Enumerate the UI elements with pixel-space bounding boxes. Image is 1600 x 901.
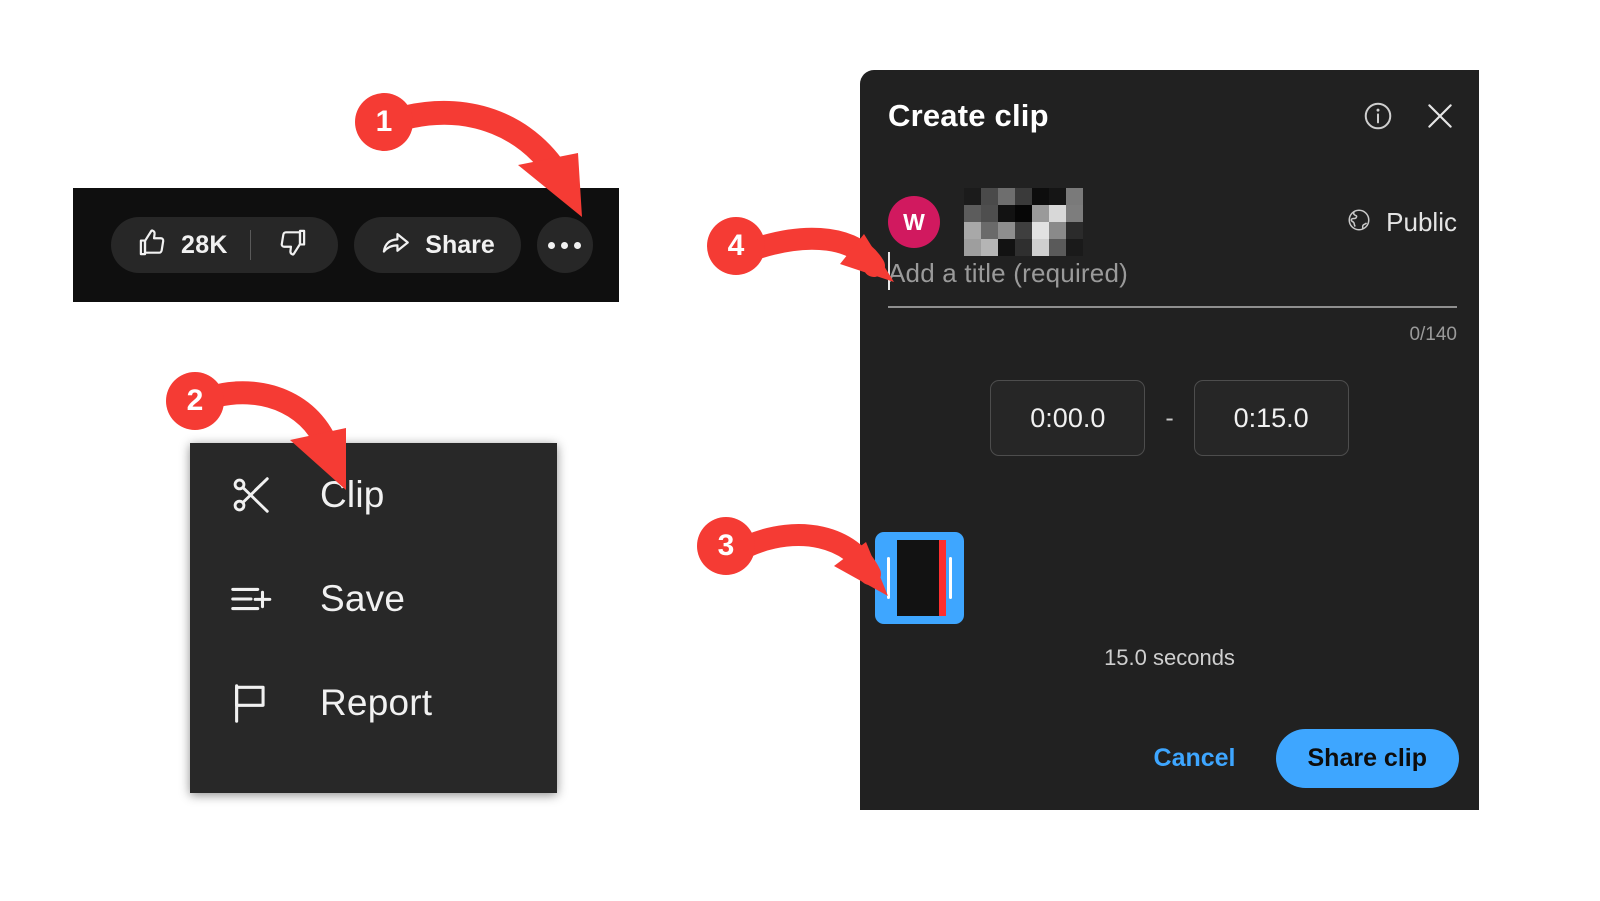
like-button[interactable]: 28K [115,227,250,263]
more-actions-menu: Clip Save Report [190,443,557,793]
redaction-pixel [998,222,1015,239]
redaction-pixel [964,205,981,222]
channel-row: W Public [888,188,1457,256]
redaction-pixel [1032,188,1049,205]
step-badge-4: 4 [707,217,765,275]
title-input[interactable]: Add a title (required) [888,248,1457,298]
redaction-pixel [1066,205,1083,222]
step-badge-3: 3 [697,517,755,575]
redaction-pixel [998,188,1015,205]
redaction-pixel [1015,205,1032,222]
create-clip-dialog: Create clip W Public Add a title (requir… [860,70,1479,810]
step-badge-1: 1 [355,93,413,151]
context-menu-item-clip[interactable]: Clip [190,443,557,547]
close-x-icon[interactable] [1423,99,1457,133]
clip-start-time-input[interactable]: 0:00.0 [990,380,1146,456]
scrubber-grip-right[interactable] [949,557,952,599]
like-dislike-pill: 28K [111,217,339,273]
redaction-pixel [1066,188,1083,205]
privacy-label: Public [1386,206,1457,237]
redaction-pixel [1032,205,1049,222]
save-to-playlist-icon [226,574,276,624]
share-clip-button[interactable]: Share clip [1275,729,1459,788]
privacy-selector[interactable]: Public [1346,207,1457,238]
context-menu-label-save: Save [320,578,406,619]
share-button[interactable]: Share [354,217,521,273]
share-label: Share [425,230,495,259]
redaction-pixel [981,205,998,222]
context-menu-label-report: Report [320,682,433,723]
dialog-header-actions [1361,99,1457,133]
dislike-button[interactable] [251,227,334,263]
flag-icon [226,678,276,728]
three-dots-icon [548,241,556,249]
redaction-pixel [964,222,981,239]
redaction-pixel [964,188,981,205]
three-dots-icon-dot3 [574,241,582,249]
globe-icon [1346,207,1372,238]
redaction-pixel [1049,205,1066,222]
channel-name-redacted [964,188,1083,256]
character-counter: 0/140 [1409,324,1457,345]
timestamp-separator: - [1165,403,1174,432]
playhead-indicator [939,540,946,616]
thumb-up-icon [137,227,168,263]
title-placeholder: Add a title (required) [888,257,1128,288]
title-field-wrapper: Add a title (required) 0/140 [888,248,1457,346]
step-badge-2: 2 [166,372,224,430]
clip-range-selector[interactable] [875,532,964,624]
redaction-pixel [1066,222,1083,239]
dialog-title: Create clip [888,98,1049,133]
scrubber-window [897,540,946,616]
clip-duration-label: 15.0 seconds [1104,645,1235,670]
context-menu-label-clip: Clip [320,474,385,515]
info-circle-icon[interactable] [1361,99,1395,133]
like-count: 28K [181,230,228,259]
dialog-footer: Cancel Share clip [1140,729,1459,788]
three-dots-icon-dot2 [561,241,569,249]
redaction-pixel [998,205,1015,222]
redaction-pixel [1015,188,1032,205]
redaction-pixel [1049,222,1066,239]
text-caret [888,252,890,290]
redaction-pixel [1015,222,1032,239]
context-menu-item-report[interactable]: Report [190,651,557,755]
cancel-button[interactable]: Cancel [1140,734,1250,783]
video-action-bar: 28K Share [73,188,619,302]
redaction-pixel [1049,188,1066,205]
thumb-down-icon [277,227,308,263]
title-input-underline [888,306,1457,308]
dialog-header: Create clip [888,98,1457,134]
avatar: W [888,196,940,248]
more-actions-button[interactable] [536,217,593,273]
redaction-pixel [981,222,998,239]
scrubber-grip-left[interactable] [887,557,890,599]
context-menu-item-save[interactable]: Save [190,547,557,651]
timestamp-row: 0:00.0 - 0:15.0 [860,380,1479,456]
share-arrow-icon [380,227,411,263]
screenshot-root: 28K Share Clip Save Report Create clip W… [0,0,1600,901]
clip-end-time-input[interactable]: 0:15.0 [1193,380,1349,456]
redaction-pixel [1032,222,1049,239]
scissors-icon [226,470,276,520]
redaction-pixel [981,188,998,205]
